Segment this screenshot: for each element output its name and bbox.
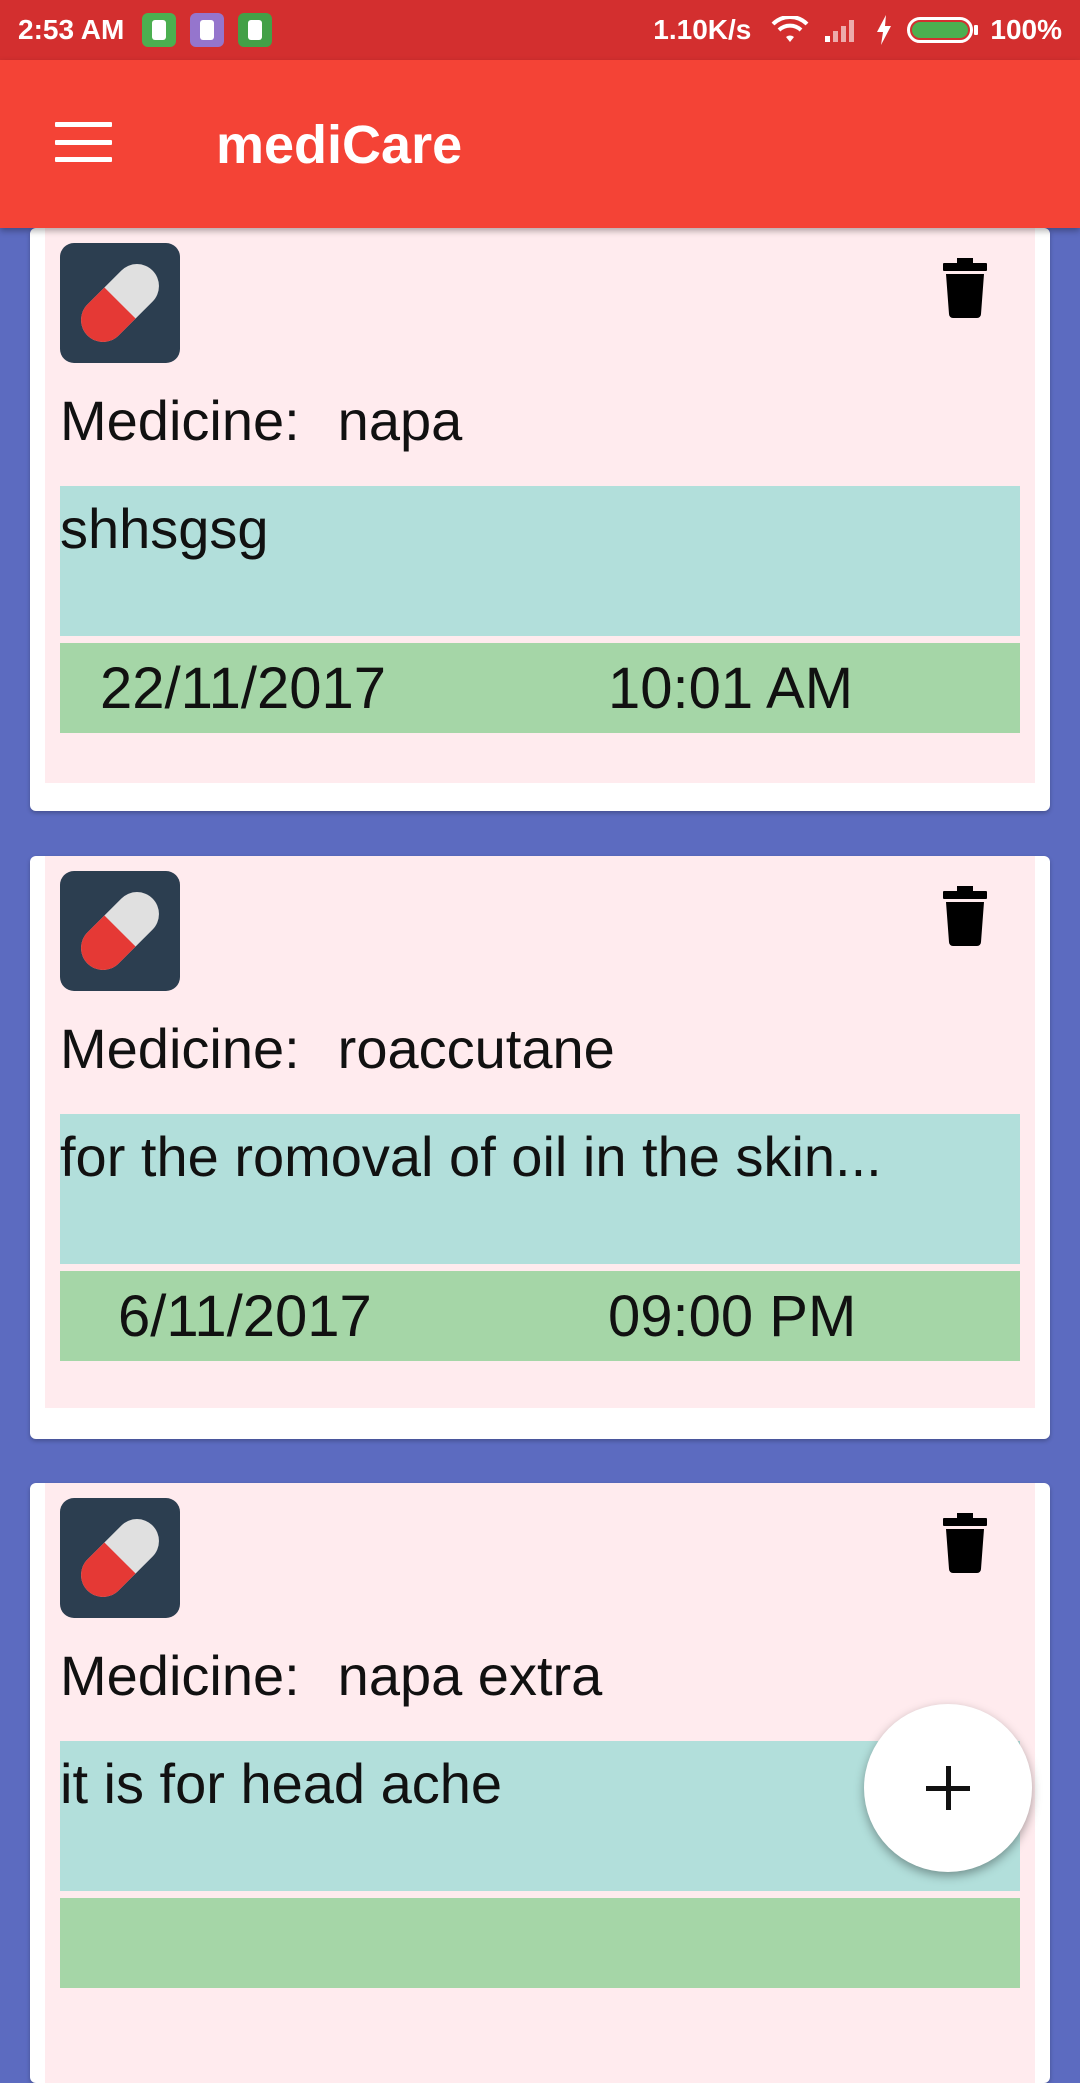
app-bar: mediCare (0, 60, 1080, 228)
plus-icon (926, 1766, 970, 1810)
medicine-datetime: 22/11/2017 10:01 AM (60, 643, 1020, 733)
trash-icon[interactable] (941, 1513, 989, 1573)
medicine-datetime: 6/11/2017 09:00 PM (60, 1271, 1020, 1361)
app-title: mediCare (216, 115, 463, 175)
pill-capsule-icon (60, 1498, 180, 1618)
medicine-label: Medicine: (60, 1644, 300, 1707)
medicine-description: for the romoval of oil in the skin... (60, 1114, 1020, 1264)
trash-icon[interactable] (941, 258, 989, 318)
medicine-card-content: Medicine: roaccutane for the romoval of o… (45, 856, 1035, 1408)
medicine-datetime (60, 1898, 1020, 1988)
trash-icon[interactable] (941, 886, 989, 946)
pill-capsule-icon (60, 243, 180, 363)
medicine-time: 09:00 PM (608, 1284, 857, 1349)
medicine-card-content: Medicine: napa shhsgsg 22/11/2017 10:01 A… (45, 228, 1035, 783)
hamburger-menu-icon[interactable] (55, 122, 112, 162)
medicine-label: Medicine: (60, 389, 300, 452)
medicine-time: 10:01 AM (608, 656, 854, 721)
medicine-name: napa (337, 389, 463, 452)
medicine-date: 6/11/2017 (118, 1284, 372, 1349)
add-medicine-button[interactable] (864, 1704, 1032, 1872)
medicine-name-row: Medicine: napa extra (60, 1643, 602, 1708)
medicine-label: Medicine: (60, 1017, 300, 1080)
medicine-date: 22/11/2017 (100, 656, 386, 721)
medicine-name: roaccutane (337, 1017, 615, 1080)
pill-capsule-icon (60, 871, 180, 991)
medicine-name-row: Medicine: roaccutane (60, 1016, 615, 1081)
medicine-card[interactable]: Medicine: napa shhsgsg 22/11/2017 10:01 A… (30, 228, 1050, 811)
medicine-name-row: Medicine: napa (60, 388, 462, 453)
medicine-name: napa extra (337, 1644, 603, 1707)
medicine-list[interactable]: Medicine: napa shhsgsg 22/11/2017 10:01 A… (0, 0, 1080, 2083)
medicine-description: shhsgsg (60, 486, 1020, 636)
medicine-card[interactable]: Medicine: roaccutane for the romoval of o… (30, 856, 1050, 1439)
